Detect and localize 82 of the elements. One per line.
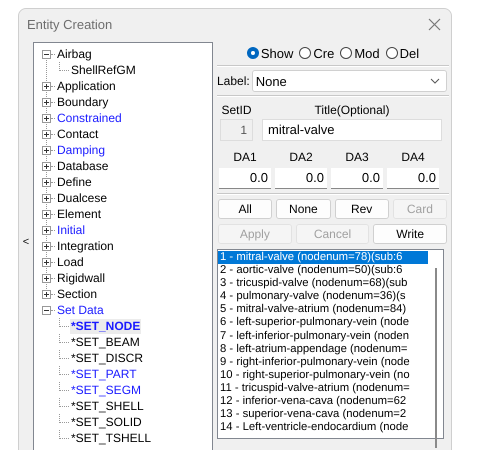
select-button[interactable]: None: [276, 199, 330, 219]
set-list-item[interactable]: 11 - tricuspid-valve-atrium (nodenum=: [218, 382, 428, 396]
set-list-item[interactable]: 10 - right-superior-pulmonary-vein (no: [218, 368, 428, 382]
select-button[interactable]: All: [218, 199, 272, 219]
tree-item[interactable]: *SET_SEGM: [70, 382, 142, 398]
expand-icon[interactable]: [42, 82, 51, 90]
label-dropdown[interactable]: None: [252, 70, 447, 92]
expand-icon[interactable]: [42, 274, 51, 282]
set-list-item[interactable]: 1 - mitral-valve (nodenum=78)(sub:6: [218, 251, 428, 264]
tree-item[interactable]: ShellRefGM: [70, 62, 137, 78]
expand-icon[interactable]: [42, 242, 51, 250]
mode-radio[interactable]: Show: [246, 46, 294, 60]
set-list-item[interactable]: 4 - pulmonary-valve (nodenum=36)(s: [218, 290, 428, 304]
tree-item[interactable]: Dualcese: [56, 190, 108, 206]
collapse-icon[interactable]: [42, 50, 51, 58]
tree-item[interactable]: Database: [56, 158, 110, 174]
tree-item[interactable]: Load: [56, 254, 85, 270]
mode-radio[interactable]: Mod: [340, 46, 380, 60]
window-title: Entity Creation: [27, 16, 112, 32]
set-list-item[interactable]: 3 - tricuspid-valve (nodenum=68)(sub: [218, 277, 428, 290]
tree-item[interactable]: *SET_SOLID: [70, 414, 143, 430]
expand-icon[interactable]: [42, 258, 51, 266]
set-id-heading: SetID: [220, 103, 252, 117]
expand-icon[interactable]: [42, 162, 51, 170]
expand-icon[interactable]: [42, 290, 51, 298]
tree-item[interactable]: Airbag: [56, 46, 93, 62]
scrollbar-thumb[interactable]: [435, 268, 437, 448]
attribute-field[interactable]: 0.0: [387, 168, 439, 189]
attribute-heading: DA1: [232, 150, 258, 164]
tree-item[interactable]: Boundary: [56, 94, 110, 110]
attribute-field[interactable]: 0.0: [219, 168, 271, 189]
set-list-item[interactable]: 9 - right-inferior-pulmonary-vein (node: [218, 356, 428, 369]
collapse-handle[interactable]: <: [22, 236, 30, 248]
tree-item[interactable]: Set Data: [56, 302, 105, 318]
attribute-heading: DA2: [288, 150, 314, 164]
action-button[interactable]: Write: [373, 224, 447, 244]
mode-radio[interactable]: Cre: [299, 46, 334, 60]
tree-item[interactable]: Constrained: [56, 110, 123, 126]
set-list-item[interactable]: 12 - inferior-vena-cava (nodenum=62: [218, 395, 428, 408]
set-list-item[interactable]: 14 - Left-ventricle-endocardium (node: [218, 421, 428, 434]
select-button[interactable]: Rev: [334, 199, 389, 219]
tree-item[interactable]: Element: [56, 206, 102, 222]
set-list-item[interactable]: 2 - aortic-valve (nodenum=50)(sub:6: [218, 264, 428, 278]
tree-item[interactable]: *SET_NODE: [70, 318, 142, 334]
tree-item[interactable]: Define: [56, 174, 93, 190]
set-list-item[interactable]: 7 - left-inferior-pulmonary-vein (noden: [218, 330, 428, 343]
tree-item[interactable]: Damping: [56, 142, 106, 158]
expand-icon[interactable]: [42, 146, 51, 154]
title-field[interactable]: mitral-valve: [262, 119, 442, 141]
set-list-item[interactable]: 6 - left-superior-pulmonary-vein (node: [218, 316, 428, 330]
attribute-heading: DA3: [344, 150, 370, 164]
tree-item[interactable]: Contact: [56, 126, 100, 142]
label-caption: Label:: [217, 74, 250, 88]
expand-icon[interactable]: [42, 130, 51, 138]
expand-icon[interactable]: [42, 226, 51, 234]
tree-item[interactable]: Integration: [56, 238, 115, 254]
tree-item[interactable]: Application: [56, 78, 117, 94]
attribute-field[interactable]: 0.0: [275, 168, 327, 189]
expand-icon[interactable]: [42, 98, 51, 106]
chevron-down-icon: [430, 78, 440, 84]
set-id-field: 1: [220, 119, 253, 141]
attribute-heading: DA4: [400, 150, 426, 164]
title-heading: Title(Optional): [314, 103, 390, 117]
set-list-item[interactable]: 5 - mitral-valve-atrium (nodenum=84): [218, 303, 428, 316]
tree-item[interactable]: Section: [56, 286, 98, 302]
tree-item[interactable]: *SET_SHELL: [70, 398, 145, 414]
close-icon[interactable]: [428, 18, 441, 30]
tree-item[interactable]: *SET_PART: [70, 366, 138, 382]
tree-item[interactable]: Initial: [56, 222, 86, 238]
expand-icon[interactable]: [42, 114, 51, 122]
expand-icon[interactable]: [42, 210, 51, 218]
set-list-item[interactable]: 8 - left-atrium-appendage (nodenum=: [218, 342, 428, 356]
attribute-field[interactable]: 0.0: [331, 168, 383, 189]
mode-radio[interactable]: Del: [386, 46, 420, 60]
tree-item[interactable]: Rigidwall: [56, 270, 106, 286]
set-list-item[interactable]: 13 - superior-vena-cava (nodenum=2: [218, 408, 428, 422]
expand-icon[interactable]: [42, 178, 51, 186]
tree-item[interactable]: *SET_BEAM: [70, 334, 141, 350]
tree-item[interactable]: *SET_DISCR: [70, 350, 144, 366]
expand-icon[interactable]: [42, 194, 51, 202]
tree-item[interactable]: *SET_TSHELL: [70, 430, 152, 446]
collapse-icon[interactable]: [42, 306, 51, 314]
